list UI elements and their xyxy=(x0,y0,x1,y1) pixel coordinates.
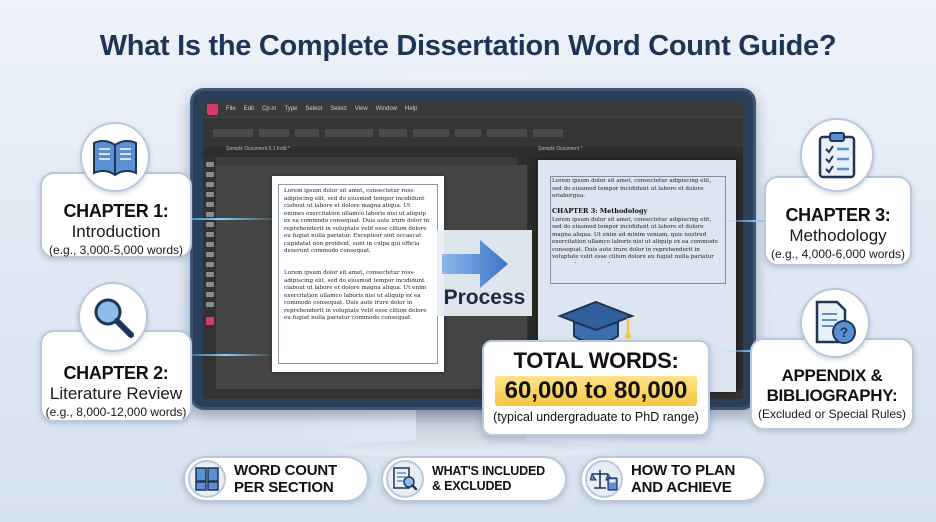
chapter-1-title: CHAPTER 1: xyxy=(63,201,169,221)
documents-icon xyxy=(188,460,226,498)
pencil-tool-icon[interactable] xyxy=(205,232,214,237)
button-label-line2: & EXCLUDED xyxy=(432,479,512,493)
button-label-line1: WHAT'S INCLUDED xyxy=(432,464,545,478)
appendix-title-line2: BIBLIOGRAPHY: xyxy=(766,386,898,405)
app-logo-icon xyxy=(207,103,218,115)
options-bar xyxy=(203,117,743,147)
total-words-label: TOTAL WORDS: xyxy=(513,348,679,373)
option-field[interactable] xyxy=(487,128,527,137)
option-field[interactable] xyxy=(455,128,481,137)
menu-view[interactable]: View xyxy=(355,106,368,112)
option-field[interactable] xyxy=(325,128,373,137)
document-search-icon xyxy=(386,460,424,498)
scale-calculator-icon xyxy=(585,460,623,498)
book-icon xyxy=(80,122,150,192)
selection-tool-icon[interactable] xyxy=(205,162,214,167)
how-to-plan-button[interactable]: HOW TO PLAN AND ACHIEVE xyxy=(580,456,766,502)
menu-cpm[interactable]: Cp.m xyxy=(262,106,276,112)
pen-tool-icon[interactable] xyxy=(205,222,214,227)
gradient-tool-icon[interactable] xyxy=(205,282,214,287)
page-title: What Is the Complete Dissertation Word C… xyxy=(99,30,837,62)
menu-window[interactable]: Window xyxy=(376,106,397,112)
option-field[interactable] xyxy=(533,128,563,137)
svg-text:?: ? xyxy=(840,324,849,340)
appendix-note: (Excluded or Special Rules) xyxy=(757,407,907,421)
chapter-2-note: (e.g., 8,000-12,000 words) xyxy=(45,405,187,419)
line-tool-icon[interactable] xyxy=(205,212,214,217)
app-menubar: File Edit Cp.m Type Select Select View W… xyxy=(203,101,743,117)
magnifier-icon xyxy=(78,282,148,352)
button-label-line2: PER SECTION xyxy=(234,479,334,496)
option-field[interactable] xyxy=(413,128,449,137)
hand-tool-icon[interactable] xyxy=(205,292,214,297)
rectangle-tool-icon[interactable] xyxy=(205,252,214,257)
option-field[interactable] xyxy=(295,128,319,137)
menu-select-2[interactable]: Select xyxy=(330,106,347,112)
process-arrow-icon xyxy=(442,240,508,288)
chapter-2-title: CHAPTER 2: xyxy=(63,363,169,383)
direct-select-tool-icon[interactable] xyxy=(205,172,214,177)
text-frame-selection[interactable] xyxy=(550,176,726,284)
appendix-title-line1: APPENDIX & xyxy=(781,366,883,385)
total-words-range: 60,000 to 80,000 xyxy=(504,377,688,404)
document-page-left: Lorem ipsum dolor sit amet, consectetur … xyxy=(272,176,444,372)
chapter-1-note: (e.g., 3,000-5,000 words) xyxy=(48,243,184,257)
total-words-card: TOTAL WORDS: 60,000 to 80,000 (typical u… xyxy=(482,340,710,436)
tools-panel xyxy=(203,157,217,399)
document-question-icon: ? xyxy=(800,288,870,358)
ruler xyxy=(217,157,517,165)
word-count-per-section-button[interactable]: WORD COUNT PER SECTION xyxy=(183,456,369,502)
button-label: HOW TO PLAN AND ACHIEVE xyxy=(631,462,735,496)
type-tool-icon[interactable] xyxy=(205,202,214,207)
rectangle-frame-tool-icon[interactable] xyxy=(205,242,214,247)
scissors-tool-icon[interactable] xyxy=(205,262,214,267)
tab-sample-document-right[interactable]: Sample Document * xyxy=(538,146,582,152)
zoom-tool-icon[interactable] xyxy=(205,302,214,307)
page-tool-icon[interactable] xyxy=(205,182,214,187)
button-label: WORD COUNT PER SECTION xyxy=(234,462,337,496)
transform-tool-icon[interactable] xyxy=(205,272,214,277)
total-words-note: (typical undergraduate to PhD range) xyxy=(493,410,699,424)
button-label-line2: AND ACHIEVE xyxy=(631,479,732,496)
button-label-line1: WORD COUNT xyxy=(234,462,337,479)
menu-help[interactable]: Help xyxy=(405,106,417,112)
chapter-1-name: Introduction xyxy=(71,222,161,241)
menu-type[interactable]: Type xyxy=(284,106,297,112)
menu-file[interactable]: File xyxy=(226,106,236,112)
total-range-highlight: 60,000 to 80,000 xyxy=(494,376,698,406)
whats-included-excluded-button[interactable]: WHAT'S INCLUDED & EXCLUDED xyxy=(381,456,567,502)
button-label-line1: HOW TO PLAN xyxy=(631,462,736,479)
tab-sample-document-left[interactable]: Sample Document 5.1.Indd * xyxy=(226,146,290,152)
menu-select[interactable]: Select xyxy=(305,106,322,112)
chapter-3-name: Methodology xyxy=(789,226,887,245)
chapter-3-title: CHAPTER 3: xyxy=(785,205,891,225)
text-frame-selection[interactable] xyxy=(278,184,438,364)
chapter-3-note: (e.g., 4,000-6,000 words) xyxy=(770,247,906,261)
gap-tool-icon[interactable] xyxy=(205,192,214,197)
button-label: WHAT'S INCLUDED & EXCLUDED xyxy=(432,464,545,494)
clipboard-icon xyxy=(800,118,874,192)
option-field[interactable] xyxy=(379,128,407,137)
chapter-2-name: Literature Review xyxy=(49,384,183,403)
option-field[interactable] xyxy=(259,128,289,137)
menu-edit[interactable]: Edit xyxy=(244,106,254,112)
fill-swatch-icon[interactable] xyxy=(205,317,214,325)
option-field[interactable] xyxy=(213,128,253,137)
